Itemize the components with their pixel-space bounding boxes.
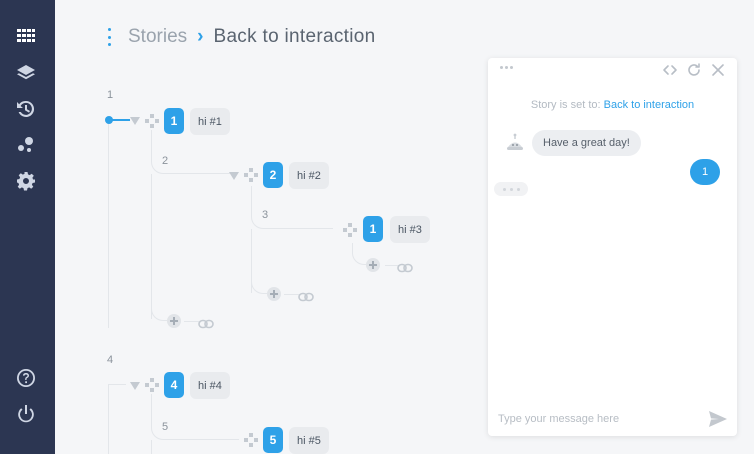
node-number-badge[interactable]: 1 (164, 108, 184, 134)
link-icon[interactable] (397, 260, 413, 273)
drag-handle-icon[interactable] (500, 66, 513, 69)
tree-connector (184, 321, 199, 322)
node-number-badge[interactable]: 2 (263, 162, 283, 188)
node-message[interactable]: hi #3 (390, 216, 430, 243)
tree-connector (151, 174, 152, 319)
collapse-toggle-icon[interactable] (229, 172, 239, 180)
add-child-button[interactable] (366, 258, 380, 272)
chat-preview-panel: Story is set to: Back to interaction Hav… (488, 58, 737, 436)
root-connector (110, 119, 130, 121)
typing-indicator (494, 182, 528, 196)
story-status-label: Story is set to: (530, 99, 601, 111)
tree-connector (108, 384, 109, 454)
tree-connector (108, 120, 109, 328)
node-message[interactable]: hi #1 (190, 108, 230, 135)
bot-message: Have a great day! (532, 130, 641, 156)
collapse-toggle-icon[interactable] (130, 117, 140, 125)
node-number-badge[interactable]: 1 (363, 216, 383, 242)
drag-handle-icon[interactable] (244, 168, 258, 182)
tree-connector (151, 130, 237, 174)
level-number: 5 (162, 421, 169, 433)
story-status: Story is set to: Back to interaction (488, 99, 737, 111)
tree-connector (108, 384, 126, 385)
story-tree: 1 2 3 4 5 1 hi #1 2 hi #2 1 hi #3 4 hi #… (0, 0, 486, 454)
drag-handle-icon[interactable] (145, 114, 159, 128)
tree-connector (151, 440, 152, 454)
drag-handle-icon[interactable] (244, 433, 258, 447)
level-number: 2 (162, 155, 169, 167)
bot-avatar (504, 132, 526, 154)
chat-message-input[interactable] (488, 404, 698, 434)
drag-handle-icon[interactable] (145, 378, 159, 392)
level-number: 4 (107, 354, 114, 366)
tree-connector (251, 280, 267, 294)
link-icon[interactable] (298, 289, 314, 302)
level-number: 1 (107, 89, 114, 101)
add-child-button[interactable] (167, 314, 181, 328)
story-status-link[interactable]: Back to interaction (604, 99, 695, 111)
close-icon[interactable] (710, 62, 726, 78)
send-icon[interactable] (708, 410, 728, 428)
node-message[interactable]: hi #2 (289, 162, 329, 189)
node-number-badge[interactable]: 5 (263, 427, 283, 453)
level-number: 3 (262, 209, 269, 221)
drag-handle-icon[interactable] (343, 223, 357, 237)
tree-connector (151, 394, 239, 440)
tree-connector (151, 306, 167, 321)
tree-connector (352, 243, 366, 265)
root-dot (105, 116, 113, 124)
node-number-badge[interactable]: 4 (164, 372, 184, 398)
refresh-icon[interactable] (686, 62, 702, 78)
add-child-button[interactable] (267, 287, 281, 301)
chat-toolbar (488, 58, 737, 82)
tree-connector (251, 186, 333, 229)
node-message[interactable]: hi #4 (190, 372, 230, 399)
node-message[interactable]: hi #5 (289, 427, 329, 454)
user-message: 1 (690, 159, 720, 185)
collapse-toggle-icon[interactable] (130, 382, 140, 390)
link-icon[interactable] (198, 316, 214, 329)
code-icon[interactable] (662, 62, 678, 78)
